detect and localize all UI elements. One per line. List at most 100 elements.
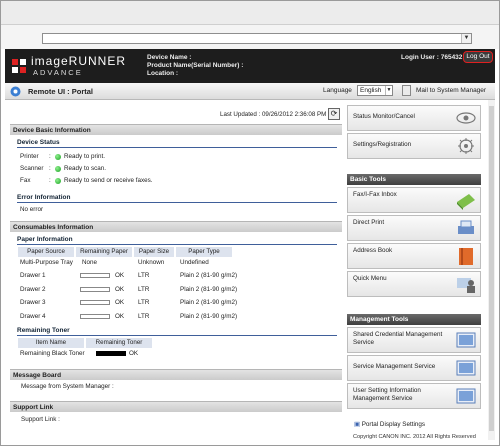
product-name-label: Product Name(Serial Number) : <box>147 62 244 69</box>
toner-level-bar <box>96 351 126 356</box>
paper-level-bar <box>80 314 110 319</box>
location-label: Location : <box>147 70 179 77</box>
paper-type: Plain 2 (81-90 g/m2) <box>180 299 238 306</box>
button-label: Quick Menu <box>353 275 387 282</box>
brand-name: imageRUNNER <box>31 54 127 68</box>
login-user: Login User : 765432 <box>401 54 463 61</box>
colon: : <box>49 177 51 184</box>
paper-level-bar <box>80 273 110 278</box>
brand-sub: ADVANCE <box>33 68 83 77</box>
subsection-paper: Paper Information <box>17 236 73 243</box>
last-updated: Last Updated : 09/26/2012 2:36:08 PM <box>220 111 327 118</box>
portal-display-settings-link[interactable]: ▣ Portal Display Settings <box>354 421 425 428</box>
paper-type: Plain 2 (81-90 g/m2) <box>180 272 238 279</box>
subsection-toner: Remaining Toner <box>17 327 70 334</box>
arrow-icon: ▣ <box>354 421 362 428</box>
status-label: Fax <box>20 177 31 184</box>
mail-icon[interactable] <box>402 85 411 96</box>
toner-name: Remaining Black Toner <box>20 350 85 357</box>
language-select[interactable]: English ▼ <box>357 85 393 96</box>
paper-type: Plain 2 (81-90 g/m2) <box>180 313 238 320</box>
divider <box>17 244 337 245</box>
paper-type: Undefined <box>180 259 209 266</box>
paper-source: Drawer 2 <box>20 286 46 293</box>
quick-menu-button[interactable]: Quick Menu <box>347 271 481 297</box>
status-label: Scanner <box>20 165 44 172</box>
link-label: Portal Display Settings <box>361 421 426 428</box>
col-header: Paper Size <box>134 247 174 257</box>
button-label: User Setting Information Management Serv… <box>353 387 421 402</box>
button-label: Service Management Service <box>353 363 436 370</box>
paper-size: LTR <box>138 313 150 320</box>
col-header: Paper Source <box>18 247 74 257</box>
paper-size: Unknown <box>138 259 165 266</box>
browser-chrome <box>1 1 499 25</box>
fax-inbox-button[interactable]: Fax/I-Fax Inbox <box>347 187 481 213</box>
col-header: Paper Type <box>176 247 232 257</box>
paper-level-bar <box>80 287 110 292</box>
paper-level-bar <box>80 300 110 305</box>
section-message-board: Message Board <box>10 369 342 380</box>
col-header: Item Name <box>18 338 84 348</box>
window-icon <box>456 332 476 348</box>
refresh-icon[interactable]: ⟳ <box>328 108 340 120</box>
paper-remaining: None <box>82 259 98 266</box>
paper-source: Multi-Purpose Tray <box>20 259 73 266</box>
user-setting-button[interactable]: User Setting Information Management Serv… <box>347 383 481 409</box>
status-value: Ready to scan. <box>64 165 107 172</box>
chevron-down-icon[interactable]: ▼ <box>461 34 471 43</box>
fax-icon <box>457 194 475 210</box>
button-label: Address Book <box>353 247 393 254</box>
address-bar[interactable]: ▼ <box>42 33 472 44</box>
language-label: Language <box>323 87 352 94</box>
scrollbar[interactable] <box>488 100 495 440</box>
direct-print-button[interactable]: Direct Print <box>347 215 481 241</box>
divider <box>17 335 337 336</box>
shared-credential-button[interactable]: Shared Credential Management Service <box>347 327 481 353</box>
status-value: Ready to send or receive faxes. <box>64 177 153 184</box>
paper-remaining: OK <box>115 286 125 293</box>
paper-remaining: OK <box>115 313 125 320</box>
paper-source: Drawer 3 <box>20 299 46 306</box>
message-text: Message from System Manager : <box>21 383 114 390</box>
basic-tools-header: Basic Tools <box>347 174 481 185</box>
paper-size: LTR <box>138 286 150 293</box>
printer-icon <box>458 220 474 234</box>
window-icon <box>456 388 476 404</box>
col-header: Remaining Toner <box>86 338 152 348</box>
settings-button[interactable]: Settings/Registration <box>347 133 481 159</box>
logout-button[interactable]: Log Out <box>463 51 493 63</box>
section-support-link: Support Link <box>10 401 342 412</box>
error-text: No error <box>20 206 44 213</box>
person-icon <box>457 278 475 293</box>
book-icon <box>459 248 473 265</box>
mail-link[interactable]: Mail to System Manager <box>416 87 486 94</box>
button-label: Shared Credential Management Service <box>353 331 443 346</box>
status-ok-icon <box>55 178 61 184</box>
paper-source: Drawer 1 <box>20 272 46 279</box>
button-label: Status Monitor/Cancel <box>353 113 415 120</box>
toner-value: OK <box>129 350 139 357</box>
paper-size: LTR <box>138 272 150 279</box>
language-value: English <box>360 87 382 94</box>
app-header: imageRUNNER ADVANCE Device Name : Produc… <box>5 49 495 83</box>
support-text[interactable]: Support Link : <box>21 416 60 423</box>
status-monitor-button[interactable]: Status Monitor/Cancel <box>347 105 481 131</box>
service-management-button[interactable]: Service Management Service <box>347 355 481 381</box>
management-tools-header: Management Tools <box>347 314 481 325</box>
divider <box>17 147 337 148</box>
colon: : <box>49 153 51 160</box>
remote-ui-icon <box>10 86 21 97</box>
status-ok-icon <box>55 166 61 172</box>
paper-size: LTR <box>138 299 150 306</box>
status-label: Printer <box>20 153 39 160</box>
copyright: Copyright CANON INC. 2012 All Rights Res… <box>353 434 476 440</box>
paper-type: Plain 2 (81-90 g/m2) <box>180 286 238 293</box>
subsection-error: Error Information <box>17 194 71 201</box>
status-value: Ready to print. <box>64 153 105 160</box>
paper-remaining: OK <box>115 299 125 306</box>
eye-icon <box>456 112 476 124</box>
button-label: Settings/Registration <box>353 141 412 148</box>
address-book-button[interactable]: Address Book <box>347 243 481 269</box>
status-ok-icon <box>55 154 61 160</box>
